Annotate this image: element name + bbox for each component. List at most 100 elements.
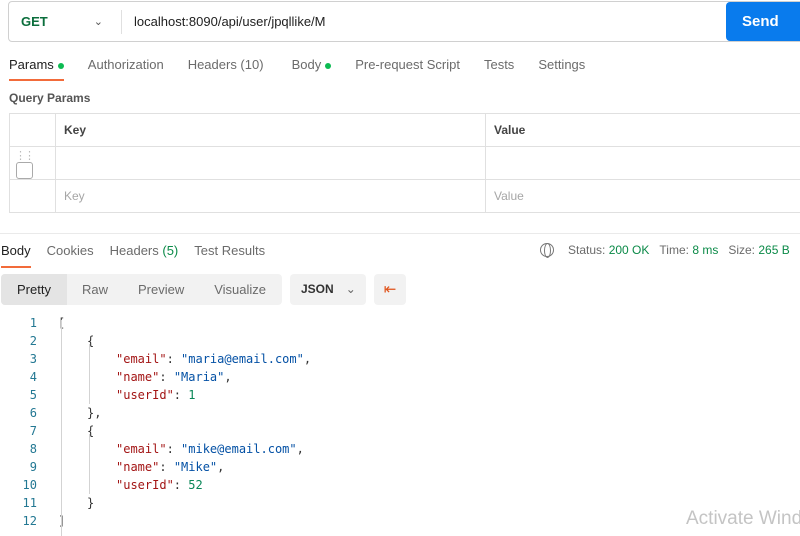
response-status: Status: 200 OK Time: 8 ms Size: 265 B [540, 243, 790, 257]
code-token: , [304, 352, 311, 366]
code-line: "name": "Mike", [116, 460, 224, 474]
code-token: : [174, 388, 188, 402]
tab-label: Body [292, 57, 322, 72]
code-line: }, [87, 406, 101, 420]
chevron-down-icon: ⌄ [346, 282, 356, 296]
format-select[interactable]: JSON ⌄ [290, 274, 366, 305]
row-checkbox[interactable] [16, 162, 33, 179]
method-label: GET [21, 14, 48, 29]
tab-label: Headers [110, 243, 159, 258]
drag-handle-icon[interactable]: ⋮⋮ [15, 150, 33, 162]
line-number: 9 [0, 460, 37, 474]
tab-authorization[interactable]: Authorization [88, 57, 164, 80]
code-token: , [297, 442, 304, 456]
code-token: : [167, 442, 181, 456]
size-label: Size: [728, 243, 755, 257]
code-token: "userId" [116, 388, 174, 402]
request-tabs: Params Authorization Headers (10) Body P… [9, 57, 609, 80]
code-token: , [217, 460, 224, 474]
code-token: "name" [116, 370, 159, 384]
line-number: 2 [0, 334, 37, 348]
view-preview[interactable]: Preview [123, 274, 199, 305]
code-token: 52 [188, 478, 202, 492]
status-label: Status: [568, 243, 605, 257]
line-number: 5 [0, 388, 37, 402]
divider [0, 233, 800, 234]
tab-body[interactable]: Body [292, 57, 332, 80]
line-number: 12 [0, 514, 37, 528]
query-params-title: Query Params [9, 91, 90, 105]
code-token: "userId" [116, 478, 174, 492]
status-info[interactable]: Status: 200 OK [568, 243, 649, 257]
code-token: "mike@email.com" [181, 442, 297, 456]
code-token: : [159, 460, 173, 474]
code-token: : [174, 478, 188, 492]
response-tabs: Body Cookies Headers (5) Test Results [1, 243, 281, 268]
key-input[interactable]: Key [56, 180, 486, 213]
format-label: JSON [301, 282, 334, 296]
line-number: 10 [0, 478, 37, 492]
tab-headers[interactable]: Headers (10) [188, 57, 264, 80]
value-input[interactable]: Value [486, 180, 800, 213]
status-value: 200 OK [609, 243, 650, 257]
line-number: 4 [0, 370, 37, 384]
indicator-dot [58, 63, 64, 69]
view-raw[interactable]: Raw [67, 274, 123, 305]
time-value: 8 ms [692, 243, 718, 257]
code-line: "userId": 52 [116, 478, 203, 492]
code-token: : [159, 370, 173, 384]
header-cell [10, 114, 56, 147]
view-pretty[interactable]: Pretty [1, 274, 67, 305]
code-token: "maria@email.com" [181, 352, 304, 366]
view-mode-toggle: Pretty Raw Preview Visualize [1, 274, 282, 305]
code-token: "email" [116, 442, 167, 456]
send-button[interactable]: Send [726, 2, 800, 41]
time-info[interactable]: Time: 8 ms [659, 243, 718, 257]
code-line: "userId": 1 [116, 388, 195, 402]
code-token: "email" [116, 352, 167, 366]
url-input[interactable]: localhost:8090/api/user/jpqllike/M [121, 10, 800, 34]
line-number: 11 [0, 496, 37, 510]
code-token: , [224, 370, 231, 384]
code-token: : [167, 352, 181, 366]
code-token: "Maria" [174, 370, 225, 384]
activation-watermark: Activate Windows [686, 508, 800, 530]
code-line: "email": "mike@email.com", [116, 442, 304, 456]
view-visualize[interactable]: Visualize [199, 274, 281, 305]
key-cell[interactable] [56, 147, 486, 180]
indent-guide [89, 344, 90, 404]
tab-cookies[interactable]: Cookies [47, 243, 94, 268]
code-token: 1 [188, 388, 195, 402]
value-header: Value [486, 114, 800, 147]
headers-count: (5) [162, 243, 178, 258]
chevron-down-icon: ⌄ [94, 15, 103, 28]
tab-pre-request-script[interactable]: Pre-request Script [355, 57, 460, 80]
row-controls: ⋮⋮ [10, 147, 56, 180]
params-table: KeyValue ⋮⋮ KeyValue [9, 113, 800, 213]
method-select[interactable]: GET ⌄ [9, 14, 121, 29]
tab-test-results[interactable]: Test Results [194, 243, 265, 268]
tab-label: Params [9, 57, 54, 72]
globe-icon[interactable] [540, 243, 554, 257]
tab-response-body[interactable]: Body [1, 243, 31, 268]
code-token: "name" [116, 460, 159, 474]
tab-tests[interactable]: Tests [484, 57, 514, 80]
size-value: 265 B [758, 243, 789, 257]
time-label: Time: [659, 243, 689, 257]
indicator-dot [325, 63, 331, 69]
code-line: "email": "maria@email.com", [116, 352, 311, 366]
indent-guide [89, 434, 90, 494]
value-cell[interactable] [486, 147, 800, 180]
code-token: "Mike" [174, 460, 217, 474]
url-bar: GET ⌄ localhost:8090/api/user/jpqllike/M [8, 1, 800, 42]
tab-response-headers[interactable]: Headers (5) [110, 243, 179, 268]
code-line: } [87, 496, 94, 510]
tab-params[interactable]: Params [9, 57, 64, 80]
wrap-lines-icon[interactable]: ⇤ [374, 274, 406, 305]
code-line: "name": "Maria", [116, 370, 232, 384]
tab-settings[interactable]: Settings [538, 57, 585, 80]
size-info[interactable]: Size: 265 B [728, 243, 789, 257]
code-token: }, [87, 406, 101, 420]
line-number: 6 [0, 406, 37, 420]
key-header: Key [56, 114, 486, 147]
